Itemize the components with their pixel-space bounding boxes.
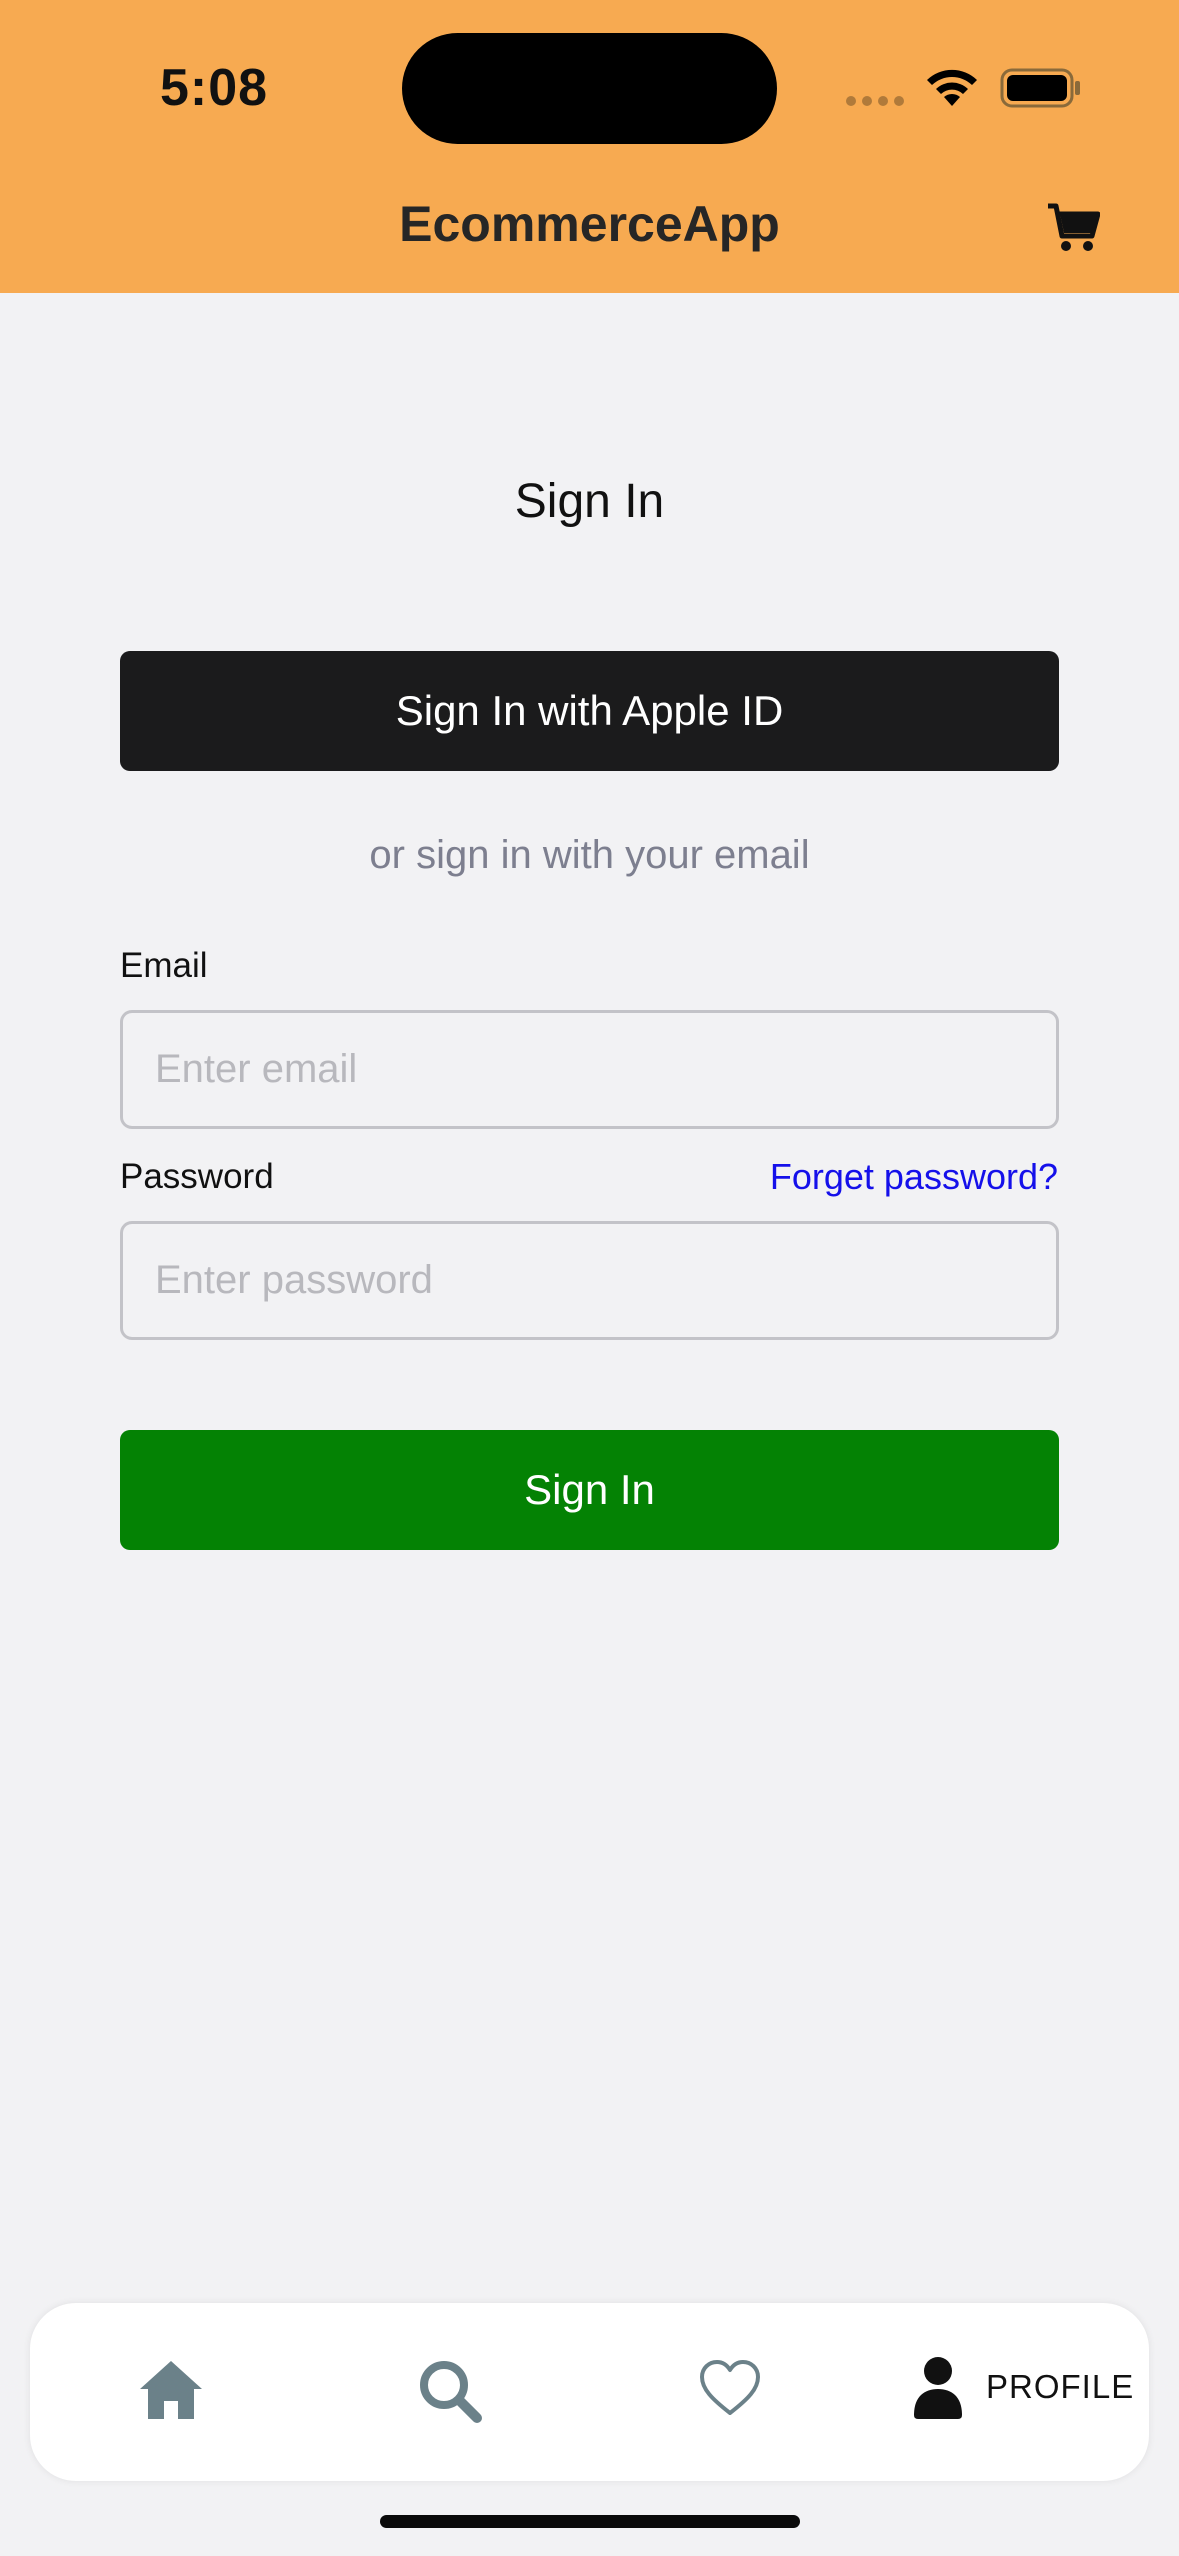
email-input[interactable] bbox=[120, 1010, 1059, 1129]
tab-profile[interactable]: PROFILE bbox=[912, 2355, 1134, 2419]
app-header: 5:08 EcommerceApp bbox=[0, 0, 1179, 293]
status-time: 5:08 bbox=[160, 59, 269, 117]
home-icon[interactable] bbox=[138, 2359, 204, 2421]
person-icon bbox=[914, 2357, 962, 2419]
email-label: Email bbox=[120, 946, 208, 985]
wifi-icon bbox=[927, 69, 977, 106]
password-label: Password bbox=[120, 1157, 274, 1196]
forgot-password-link[interactable]: Forget password? bbox=[770, 1156, 1058, 1198]
signin-title: Sign In bbox=[514, 475, 665, 528]
heart-icon[interactable] bbox=[698, 2359, 762, 2417]
app-title: EcommerceApp bbox=[399, 196, 780, 252]
tab-bar: PROFILE bbox=[30, 2303, 1149, 2481]
signin-button[interactable]: Sign In bbox=[120, 1430, 1059, 1550]
divider-text: or sign in with your email bbox=[369, 833, 810, 877]
apple-signin-button[interactable]: Sign In with Apple ID bbox=[120, 651, 1059, 771]
battery-icon bbox=[1000, 68, 1080, 108]
tab-profile-label: PROFILE bbox=[986, 2368, 1135, 2405]
home-indicator bbox=[380, 2515, 800, 2528]
cart-icon[interactable] bbox=[1046, 200, 1100, 254]
password-input[interactable] bbox=[120, 1221, 1059, 1340]
dynamic-island bbox=[402, 33, 777, 144]
cellular-signal-icon bbox=[846, 96, 904, 106]
search-icon[interactable] bbox=[418, 2359, 482, 2423]
